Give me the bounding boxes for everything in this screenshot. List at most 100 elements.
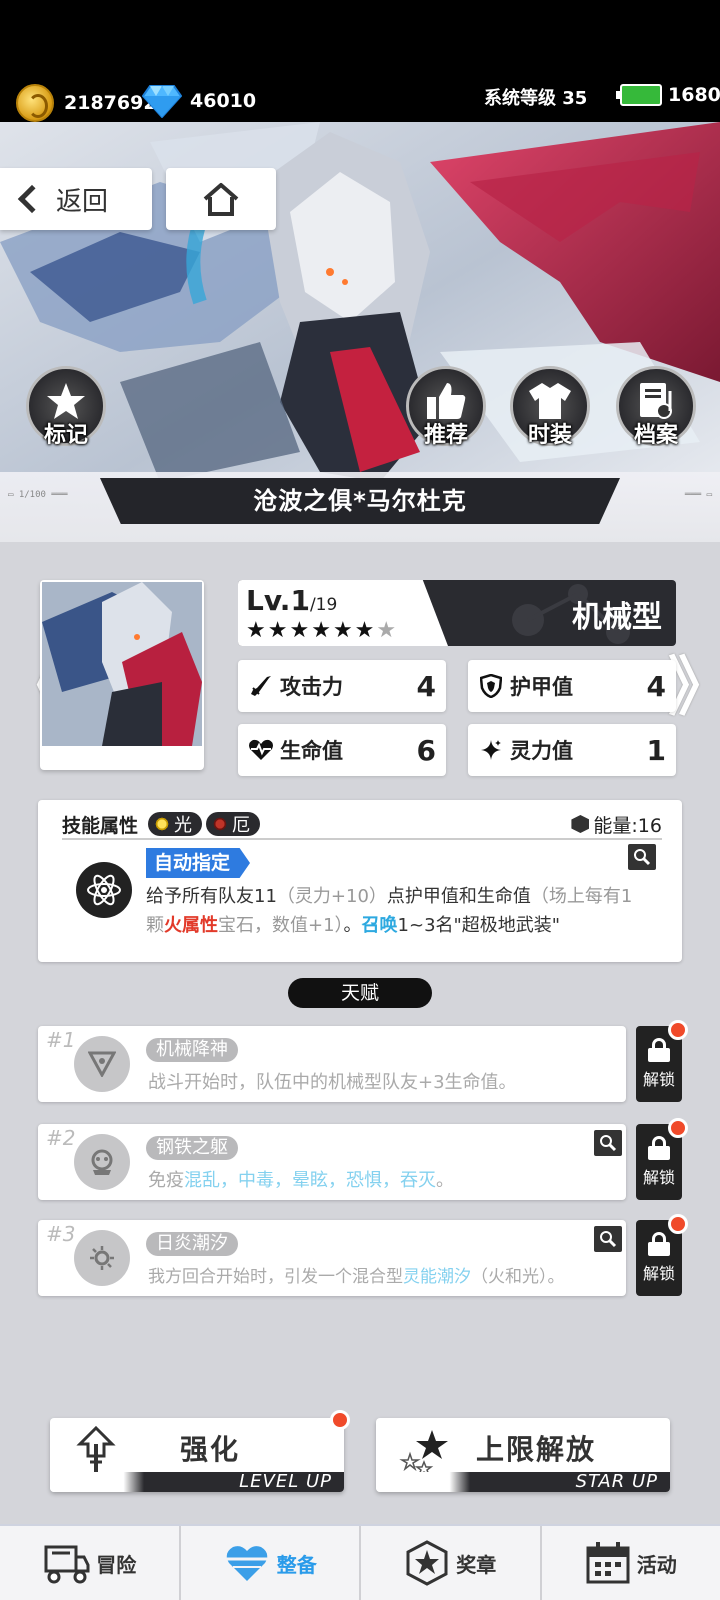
magnifier-icon: [600, 1135, 617, 1152]
decorative-code-left: ▭ 1/100 ═══: [8, 490, 68, 500]
limit-break-label: 上限解放: [476, 1433, 597, 1466]
auto-target-tag: 自动指定: [146, 848, 251, 878]
energy-icon: [571, 815, 590, 833]
star-filled-icon: ★: [332, 618, 355, 643]
system-level-text: 系统等级 35: [484, 88, 588, 109]
hp-value: 6: [416, 733, 436, 767]
nav-medals-label: 奖章: [456, 1552, 497, 1577]
talent-detail-button[interactable]: [594, 1130, 622, 1156]
star-empty-icon: ★: [376, 618, 399, 643]
battery-icon: [616, 84, 662, 106]
nav-events-label: 活动: [636, 1552, 677, 1577]
talent-row-1[interactable]: #1 机械降神 战斗开始时，队伍中的机械型队友+3生命值。: [38, 1026, 626, 1102]
atom-icon: [76, 862, 132, 918]
recommend-label: 推荐: [423, 423, 468, 448]
energy-amount: 1680: [668, 84, 720, 106]
nav-medals[interactable]: 奖章: [361, 1526, 542, 1600]
mechanical-descent-icon: [74, 1036, 130, 1092]
nav-events[interactable]: 活动: [542, 1526, 720, 1600]
star-filled-icon: ★: [354, 618, 377, 643]
limit-break-button[interactable]: 上限解放 STAR UP: [376, 1418, 670, 1492]
energy-counter: 1680: [616, 84, 720, 106]
light-element-icon: [154, 816, 171, 832]
star-icon: [47, 383, 85, 419]
talent-name: 机械降神: [146, 1038, 238, 1062]
level-panel: Lv.1/19 ★★★★★★★ 机械型: [238, 580, 676, 646]
talent-desc-part: 。: [436, 1170, 454, 1191]
character-portrait[interactable]: [40, 580, 204, 770]
star-filled-icon: ★: [267, 618, 290, 643]
chevron-left-icon: [17, 184, 47, 214]
talent-row-2[interactable]: #2 钢铁之躯 免疫混乱，中毒，晕眩，恐惧，吞灭。: [38, 1124, 626, 1200]
enhance-sub-label: LEVEL UP: [239, 1471, 332, 1492]
skill-header: 技能属性 光 厄 能量:16: [62, 810, 662, 840]
element-chip-light: 光: [148, 812, 203, 836]
notification-dot: [668, 1118, 688, 1138]
archive-icon: [640, 383, 672, 419]
lock-icon: [648, 1038, 670, 1062]
heart-icon: [248, 737, 274, 763]
archive-label: 档案: [633, 423, 678, 448]
talent-name: 日炎潮汐: [146, 1232, 238, 1256]
talent-description: 免疫混乱，中毒，晕眩，恐惧，吞灭。: [148, 1166, 454, 1192]
level-text: Lv.1/19: [246, 584, 337, 617]
psionic-tide-keyword: 灵能潮汐: [403, 1267, 471, 1287]
lock-icon: [648, 1232, 670, 1256]
hp-stat: 生命值 6: [238, 724, 446, 776]
doom-element-icon: [212, 816, 229, 832]
magnifier-icon: [634, 849, 651, 866]
skill-desc-condition: 宝石，数值+1）: [218, 915, 344, 936]
mark-label: 标记: [43, 423, 88, 448]
recommend-button[interactable]: 推荐: [406, 366, 486, 448]
nav-adventure[interactable]: 冒险: [0, 1526, 181, 1600]
heart-gear-icon: [226, 1546, 267, 1581]
stars-icon: [399, 1430, 448, 1476]
enhance-button[interactable]: 强化 LEVEL UP: [50, 1418, 344, 1492]
nav-maintenance-label: 整备: [276, 1552, 317, 1577]
character-type: 机械型: [572, 600, 662, 635]
outfit-button[interactable]: 时装: [510, 366, 590, 448]
limit-break-sub-label: STAR UP: [575, 1471, 658, 1492]
mark-button[interactable]: 标记: [26, 366, 106, 448]
archive-button[interactable]: 档案: [616, 366, 696, 448]
skill-detail-button[interactable]: [628, 844, 656, 870]
portrait-thumbnail: [42, 582, 202, 746]
enhance-label: 强化: [180, 1433, 241, 1466]
sword-icon: [248, 673, 274, 699]
spirit-label: 灵力值: [510, 739, 573, 763]
unlock-label: 解锁: [642, 1168, 675, 1187]
steel-body-icon: [74, 1134, 130, 1190]
lock-icon: [648, 1136, 670, 1160]
attack-stat: 攻击力 4: [238, 660, 446, 712]
skill-description: 给予所有队友11（灵力+10）点护甲值和生命值（场上每有1颗火属性宝石，数值+1…: [146, 882, 646, 950]
talent-section-title: 天赋: [288, 978, 432, 1008]
nav-maintenance[interactable]: 整备: [181, 1526, 361, 1600]
talent-desc-part: 我方回合开始时，引发一个混合型: [148, 1267, 403, 1287]
skill-desc-part: 1~3名"超极地武装": [397, 915, 561, 936]
shirt-icon: [529, 383, 571, 419]
talent-description: 我方回合开始时，引发一个混合型灵能潮汐（火和光）。: [148, 1262, 565, 1287]
notification-dot: [668, 1214, 688, 1234]
spirit-stat: 灵力值 1: [468, 724, 676, 776]
gold-coin-icon: [16, 84, 54, 122]
talent-row-3[interactable]: #3 日炎潮汐 我方回合开始时，引发一个混合型灵能潮汐（火和光）。: [38, 1220, 626, 1296]
medal-icon: [406, 1540, 448, 1586]
diamond-counter: 46010: [142, 84, 256, 118]
element-doom-label: 厄: [232, 815, 251, 836]
nav-adventure-label: 冒险: [96, 1552, 137, 1577]
talent-desc-part: （火和光）。: [471, 1267, 565, 1287]
truck-icon: [44, 1545, 90, 1584]
notification-dot: [668, 1020, 688, 1040]
skill-attribute-title: 技能属性: [62, 814, 139, 837]
back-button[interactable]: 返回: [0, 168, 152, 230]
energy-cost-text: 能量:16: [593, 814, 662, 837]
talent-detail-button[interactable]: [594, 1226, 622, 1252]
system-level: 系统等级 35: [484, 84, 587, 110]
level-value: Lv.1: [246, 584, 310, 617]
armor-stat: 护甲值 4: [468, 660, 676, 712]
talent-number: #2: [46, 1126, 76, 1150]
bottom-navigation: 冒险 整备 奖章 活动: [0, 1524, 720, 1600]
home-button[interactable]: [166, 168, 276, 230]
summon-keyword: 召唤: [361, 915, 398, 936]
skill-desc-part: 。: [343, 915, 362, 936]
